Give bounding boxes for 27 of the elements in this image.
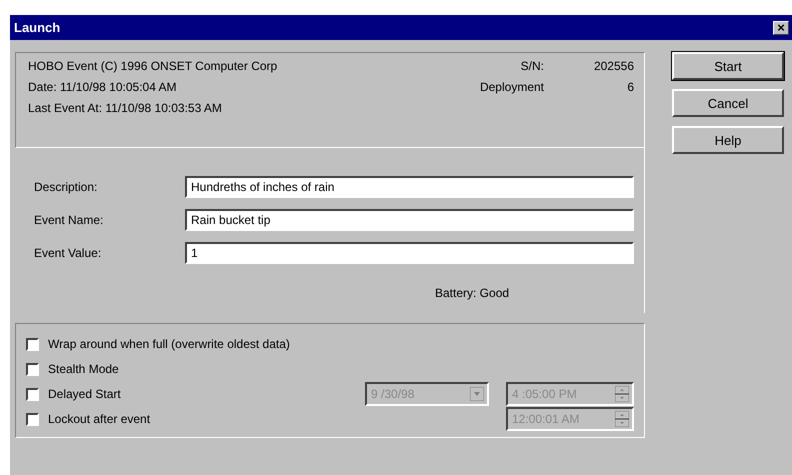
dialog-button[interactable]: Help xyxy=(672,126,784,154)
text-field[interactable]: Hundreths of inches of rain xyxy=(185,176,634,198)
checkbox[interactable] xyxy=(26,362,39,376)
field-label: Description: xyxy=(34,180,98,194)
date-text: Date: 11/10/98 10:05:04 AM xyxy=(28,80,178,94)
close-button[interactable]: × xyxy=(773,20,789,34)
checkbox-label[interactable]: Lockout after event xyxy=(48,412,150,426)
battery-status: Battery: Good xyxy=(435,286,510,300)
field-label: Event Value: xyxy=(34,246,102,260)
checkbox[interactable] xyxy=(26,338,39,350)
checkbox[interactable] xyxy=(26,412,39,426)
product-text: HOBO Event (C) 1996 ONSET Computer Corp xyxy=(28,59,278,73)
checkbox-label[interactable]: Stealth Mode xyxy=(48,362,119,376)
serial-label: S/N: xyxy=(520,59,544,73)
serial-value: 202556 xyxy=(592,59,634,73)
text-field[interactable]: Rain bucket tip xyxy=(185,209,634,231)
text-field[interactable]: 1 xyxy=(185,242,634,264)
dialog-button[interactable]: Cancel xyxy=(672,89,784,117)
last-event-text: Last Event At: 11/10/98 10:03:53 AM xyxy=(28,101,223,115)
checkbox-label[interactable]: Wrap around when full (overwrite oldest data) xyxy=(48,337,290,351)
deployment-value: 6 xyxy=(626,80,634,94)
window-title: Launch xyxy=(14,20,60,35)
dialog-button[interactable]: Start xyxy=(672,52,784,80)
checkbox-label[interactable]: Delayed Start xyxy=(48,387,121,401)
checkbox[interactable] xyxy=(26,388,39,400)
deployment-label: Deployment xyxy=(478,80,544,94)
field-label: Event Name: xyxy=(34,213,104,227)
